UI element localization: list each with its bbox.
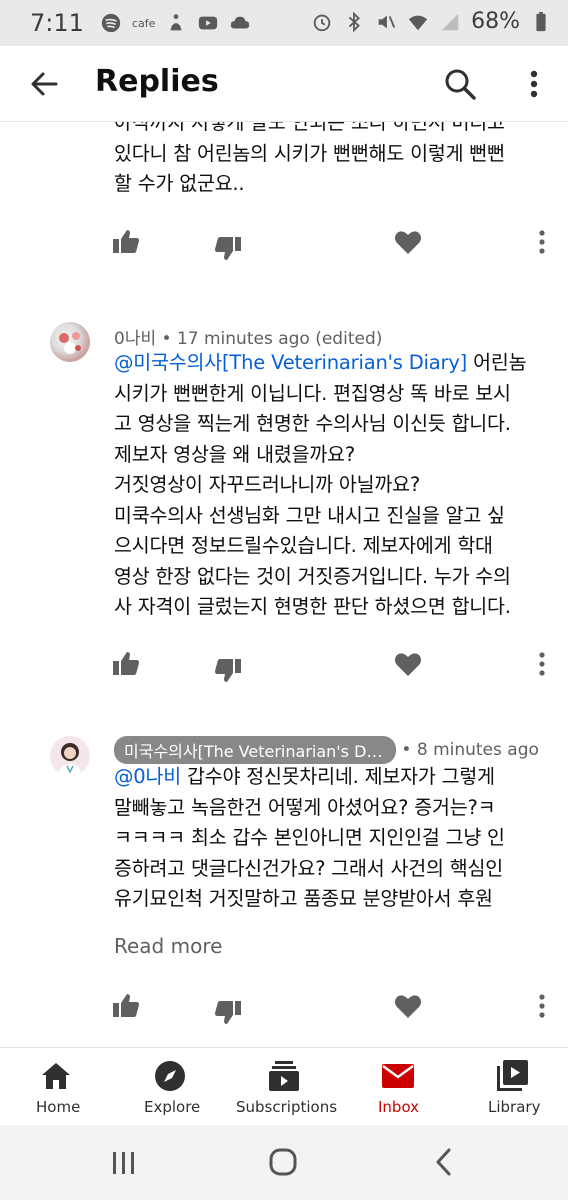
- comment-item: 0나비 • 17 minutes ago (edited) @미국수의사[The…: [0, 318, 568, 698]
- mute-icon: [378, 15, 396, 28]
- avatar[interactable]: [50, 736, 90, 776]
- wifi-icon: [408, 15, 428, 30]
- comment-meta: 미국수의사[The Veterinarian's Diary] • 8 minu…: [114, 736, 539, 764]
- author-name[interactable]: 0나비: [114, 329, 156, 349]
- author-name[interactable]: 미국수의사[The Veterinarian's Diary]: [114, 736, 396, 764]
- comment-text: 아직까지 저렇게 말도 안되는 소리 하면서 버티고 있다니 참 어린놈의 시키…: [114, 122, 505, 195]
- dislike-icon[interactable]: [212, 654, 244, 686]
- cafe-label: cafe: [132, 16, 156, 30]
- spotify-icon: [101, 13, 121, 33]
- mention-link[interactable]: @미국수의사[The Veterinarian's Diary]: [114, 351, 467, 374]
- dislike-icon[interactable]: [212, 996, 244, 1028]
- comment-meta: 0나비 • 17 minutes ago (edited): [114, 324, 382, 349]
- comment-body: 어린놈 시키가 뻔뻔한게 이닙니다. 편집영상 똑 바로 보시 고 영상을 찍는…: [114, 351, 527, 618]
- comment-item: 미국수의사[The Veterinarian's Diary] • 8 minu…: [0, 732, 568, 1042]
- nav-library[interactable]: Library: [454, 1048, 568, 1126]
- nav-label: Home: [36, 1098, 81, 1116]
- status-system-icons: 68%: [311, 9, 552, 34]
- comment-actions: [0, 226, 568, 266]
- bluetooth-icon: [348, 11, 361, 32]
- search-icon[interactable]: [438, 62, 482, 106]
- avatar[interactable]: [50, 322, 90, 362]
- nav-label: Library: [488, 1098, 541, 1116]
- nav-subscriptions[interactable]: Subscriptions: [227, 1048, 341, 1126]
- mention-link[interactable]: @0나비: [114, 765, 181, 788]
- home-button-icon[interactable]: [268, 1147, 298, 1177]
- comment-more-icon[interactable]: [526, 226, 558, 258]
- status-bar: 7:11 cafe 68%: [0, 0, 568, 46]
- comment-text: @0나비 갑수야 정신못차리네. 제보자가 그렇게 말빼놓고 녹음한건 어떻게 …: [114, 762, 562, 915]
- replies-list[interactable]: 아직까지 저렇게 말도 안되는 소리 하면서 버티고 있다니 참 어린놈의 시키…: [0, 122, 568, 1047]
- inbox-icon: [382, 1064, 414, 1088]
- like-icon[interactable]: [110, 648, 142, 680]
- comment-more-icon[interactable]: [526, 648, 558, 680]
- heart-icon: [395, 995, 421, 1018]
- comment-time: 17 minutes ago (edited): [176, 329, 383, 349]
- library-icon: [497, 1060, 528, 1091]
- battery-percent: 68%: [471, 9, 520, 34]
- nav-label: Subscriptions: [236, 1098, 338, 1116]
- nav-inbox[interactable]: Inbox: [341, 1048, 454, 1126]
- meta-separator: •: [401, 740, 412, 760]
- status-time: 7:11: [30, 9, 84, 37]
- subscriptions-icon: [269, 1061, 299, 1091]
- comment-actions: [0, 990, 568, 1030]
- signal-icon: [441, 13, 459, 30]
- comment-actions: [0, 648, 568, 688]
- comment-item: 아직까지 저렇게 말도 안되는 소리 하면서 버티고 있다니 참 어린놈의 시키…: [0, 122, 568, 318]
- comment-more-icon[interactable]: [526, 990, 558, 1022]
- nav-explore[interactable]: Explore: [113, 1048, 227, 1126]
- comment-time: 8 minutes ago: [416, 740, 539, 760]
- like-icon[interactable]: [110, 990, 142, 1022]
- page-title: Replies: [95, 64, 219, 99]
- battery-icon: [536, 11, 546, 31]
- nav-home[interactable]: Home: [0, 1048, 113, 1126]
- status-notification-icons: cafe: [100, 12, 251, 34]
- meta-separator: •: [161, 329, 172, 349]
- dislike-icon[interactable]: [212, 232, 244, 264]
- system-navigation-bar: [0, 1125, 568, 1200]
- app-bar: Replies: [0, 46, 568, 122]
- nav-label-active: Inbox: [378, 1098, 420, 1116]
- bottom-navigation: Home Explore Subscriptions Inbox Library: [0, 1047, 568, 1125]
- heart-icon: [395, 231, 421, 254]
- compass-icon: [155, 1061, 185, 1091]
- like-icon[interactable]: [110, 226, 142, 258]
- accessibility-icon: [170, 14, 182, 31]
- cloud-icon: [231, 16, 250, 29]
- heart-icon: [395, 653, 421, 676]
- comment-text: @미국수의사[The Veterinarian's Diary] 어린놈 시키가…: [114, 348, 562, 623]
- recent-apps-icon[interactable]: [110, 1149, 138, 1177]
- youtube-icon: [199, 16, 218, 30]
- more-vert-icon[interactable]: [514, 62, 554, 106]
- read-more-link[interactable]: Read more: [114, 934, 222, 958]
- system-back-icon[interactable]: [430, 1147, 458, 1177]
- alarm-icon: [313, 14, 331, 31]
- nav-label: Explore: [144, 1098, 201, 1116]
- back-arrow-icon[interactable]: [22, 62, 66, 106]
- home-icon: [42, 1063, 70, 1089]
